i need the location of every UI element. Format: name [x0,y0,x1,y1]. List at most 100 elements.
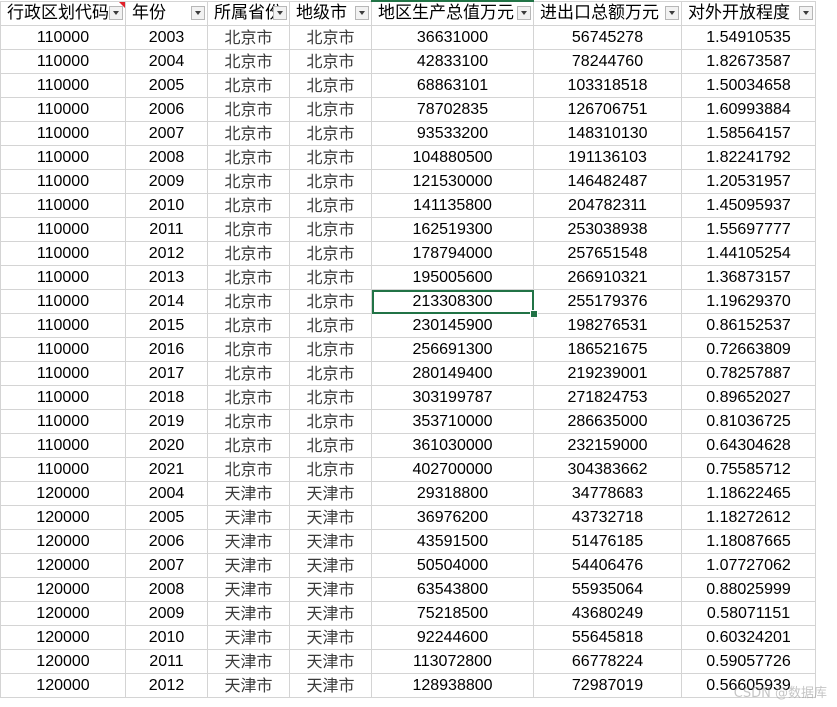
table-cell[interactable]: 0.56605939 [681,673,816,698]
table-cell[interactable]: 1.55697777 [681,217,816,242]
table-cell[interactable]: 141135800 [371,193,534,218]
filter-dropdown-icon[interactable] [355,5,369,20]
table-cell[interactable]: 天津市 [289,529,372,554]
table-cell[interactable]: 2020 [125,433,208,458]
table-cell[interactable]: 0.81036725 [681,409,816,434]
table-cell[interactable]: 257651548 [533,241,682,266]
table-cell[interactable]: 北京市 [289,121,372,146]
table-cell[interactable]: 120000 [0,529,126,554]
table-cell[interactable]: 北京市 [289,145,372,170]
table-cell[interactable]: 北京市 [207,169,290,194]
table-cell[interactable]: 1.82241792 [681,145,816,170]
column-header-1[interactable]: 年份 [125,0,208,26]
table-cell[interactable]: 天津市 [289,505,372,530]
column-header-4[interactable]: 地区生产总值万元 [371,0,534,26]
table-cell[interactable]: 280149400 [371,361,534,386]
table-cell[interactable]: 2006 [125,529,208,554]
table-cell[interactable]: 110000 [0,73,126,98]
table-cell[interactable]: 2004 [125,481,208,506]
table-cell[interactable]: 34778683 [533,481,682,506]
table-cell[interactable]: 1.60993884 [681,97,816,122]
table-cell[interactable]: 256691300 [371,337,534,362]
table-cell[interactable]: 110000 [0,121,126,146]
table-cell[interactable]: 120000 [0,481,126,506]
table-cell[interactable]: 北京市 [289,73,372,98]
table-cell[interactable]: 2021 [125,457,208,482]
table-cell[interactable]: 126706751 [533,97,682,122]
table-cell[interactable]: 1.18622465 [681,481,816,506]
table-cell[interactable]: 36631000 [371,25,534,50]
table-cell[interactable]: 2017 [125,361,208,386]
table-cell[interactable]: 天津市 [289,481,372,506]
table-cell[interactable]: 50504000 [371,553,534,578]
table-cell[interactable]: 天津市 [207,529,290,554]
table-cell[interactable]: 2009 [125,601,208,626]
table-cell[interactable]: 110000 [0,49,126,74]
table-cell[interactable]: 113072800 [371,649,534,674]
table-cell[interactable]: 42833100 [371,49,534,74]
table-cell[interactable]: 天津市 [207,625,290,650]
table-cell[interactable]: 110000 [0,25,126,50]
table-cell[interactable]: 天津市 [207,673,290,698]
table-cell[interactable]: 2012 [125,673,208,698]
table-cell[interactable]: 北京市 [207,97,290,122]
table-cell[interactable]: 1.20531957 [681,169,816,194]
table-cell[interactable]: 北京市 [289,97,372,122]
table-cell[interactable]: 北京市 [289,385,372,410]
table-cell[interactable]: 2008 [125,577,208,602]
table-cell[interactable]: 2006 [125,97,208,122]
table-cell[interactable]: 0.89652027 [681,385,816,410]
table-cell[interactable]: 255179376 [533,289,682,314]
table-cell[interactable]: 266910321 [533,265,682,290]
filter-dropdown-icon[interactable] [109,5,123,20]
table-cell[interactable]: 北京市 [289,49,372,74]
table-cell[interactable]: 93533200 [371,121,534,146]
table-cell[interactable]: 2014 [125,289,208,314]
table-cell[interactable]: 120000 [0,649,126,674]
table-cell[interactable]: 天津市 [207,601,290,626]
table-cell[interactable]: 北京市 [289,265,372,290]
table-cell[interactable]: 1.45095937 [681,193,816,218]
table-cell[interactable]: 2007 [125,553,208,578]
table-cell[interactable]: 北京市 [289,337,372,362]
table-cell[interactable]: 北京市 [207,145,290,170]
table-cell[interactable]: 0.86152537 [681,313,816,338]
column-header-5[interactable]: 进出口总额万元 [533,0,682,26]
table-cell[interactable]: 北京市 [207,385,290,410]
table-cell[interactable]: 271824753 [533,385,682,410]
table-cell[interactable]: 72987019 [533,673,682,698]
table-cell[interactable]: 191136103 [533,145,682,170]
table-cell[interactable]: 110000 [0,265,126,290]
table-cell[interactable]: 北京市 [207,361,290,386]
table-cell[interactable]: 北京市 [289,361,372,386]
table-cell[interactable]: 2003 [125,25,208,50]
table-cell[interactable]: 36976200 [371,505,534,530]
table-cell[interactable]: 110000 [0,457,126,482]
table-cell[interactable]: 2012 [125,241,208,266]
table-cell[interactable]: 北京市 [289,193,372,218]
table-cell[interactable]: 2015 [125,313,208,338]
table-cell[interactable]: 0.78257887 [681,361,816,386]
table-cell[interactable]: 120000 [0,673,126,698]
table-cell[interactable]: 2004 [125,49,208,74]
table-cell[interactable]: 0.60324201 [681,625,816,650]
table-cell[interactable]: 天津市 [289,601,372,626]
table-cell[interactable]: 110000 [0,193,126,218]
table-cell[interactable]: 2010 [125,625,208,650]
table-cell[interactable]: 1.58564157 [681,121,816,146]
table-cell[interactable]: 北京市 [289,409,372,434]
table-cell[interactable]: 天津市 [289,649,372,674]
table-cell[interactable]: 110000 [0,145,126,170]
table-cell[interactable]: 1.50034658 [681,73,816,98]
table-cell[interactable]: 2011 [125,649,208,674]
table-cell[interactable]: 0.88025999 [681,577,816,602]
table-cell[interactable]: 304383662 [533,457,682,482]
selected-cell[interactable]: 213308300 [371,289,534,314]
table-cell[interactable]: 北京市 [207,289,290,314]
table-cell[interactable]: 110000 [0,313,126,338]
table-cell[interactable]: 104880500 [371,145,534,170]
table-cell[interactable]: 353710000 [371,409,534,434]
table-cell[interactable]: 361030000 [371,433,534,458]
table-cell[interactable]: 天津市 [289,673,372,698]
table-cell[interactable]: 天津市 [289,553,372,578]
